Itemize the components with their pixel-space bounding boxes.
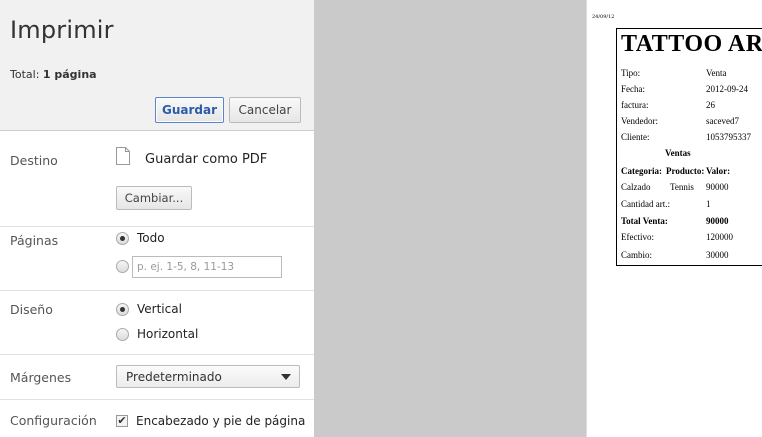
receipt-title: TATTOO ARTE [621,31,762,57]
margins-label: Márgenes [10,370,72,385]
margins-selected-value: Predeterminado [126,370,222,384]
headers-label: Encabezado y pie de página [136,414,306,428]
margins-select[interactable]: Predeterminado [116,365,300,388]
total-value: 1 página [42,68,97,81]
total-sale-value: 90000 [706,216,729,226]
cash-value: 120000 [706,232,733,242]
preview-page: 24/09/12 TATTOO ARTE Tipo: Venta Fecha: … [586,0,762,437]
change-value: 30000 [706,250,729,260]
receipt-label: Tipo: [621,68,641,78]
product-header: Producto: [666,166,705,176]
portrait-radio[interactable] [116,303,129,316]
receipt-value: Venta [706,68,727,78]
receipt-value: 26 [706,100,715,110]
destination-section: Destino [0,131,314,227]
item-value: 90000 [706,182,729,192]
item-category: Calzado [621,182,651,192]
headers-checkbox[interactable]: ✔ [116,415,128,427]
change-label: Cambio: [621,250,652,260]
receipt-label: Fecha: [621,84,645,94]
item-product: Tennis [670,182,694,192]
print-title: Imprimir [10,16,114,44]
save-button[interactable]: Guardar [155,97,224,123]
layout-label: Diseño [10,302,53,317]
pages-all-radio[interactable] [116,232,129,245]
pages-label: Páginas [10,233,59,248]
print-settings-panel: Imprimir Total: 1 página Guardar Cancela… [0,0,314,437]
receipt-value: saceved7 [706,116,739,126]
value-header: Valor: [706,166,731,176]
cancel-button[interactable]: Cancelar [229,97,301,123]
print-header: Imprimir Total: 1 página Guardar Cancela… [0,0,314,131]
pages-range-radio[interactable] [116,260,129,273]
chevron-down-icon [281,374,291,380]
receipt: TATTOO ARTE Tipo: Venta Fecha: 2012-09-2… [616,28,762,266]
page-total: Total: 1 página [10,68,97,81]
destination-label: Destino [10,153,58,168]
portrait-label: Vertical [137,302,182,316]
page-date: 24/09/12 [592,14,615,20]
total-label: Total: [10,68,40,81]
pages-all-label: Todo [137,231,165,245]
cash-label: Efectivo: [621,232,654,242]
change-destination-button[interactable]: Cambiar... [116,186,192,210]
destination-name: Guardar como PDF [145,152,268,167]
layout-section: Diseño [0,290,314,355]
category-header: Categoria: [621,166,662,176]
quantity-value: 1 [706,199,711,209]
receipt-value: 1053795337 [706,132,751,142]
sales-heading: Ventas [665,148,691,158]
total-sale-label: Total Venta: [621,216,668,226]
quantity-label: Cantidad art.: [621,199,670,209]
landscape-label: Horizontal [137,327,199,341]
options-label: Configuración [10,413,97,428]
receipt-label: factura: [621,100,649,110]
receipt-value: 2012-09-24 [706,84,748,94]
document-icon [116,147,130,165]
landscape-radio[interactable] [116,328,129,341]
pages-range-input[interactable]: p. ej. 1-5, 8, 11-13 [132,256,282,278]
receipt-label: Vendedor: [621,116,658,126]
receipt-label: Cliente: [621,132,650,142]
